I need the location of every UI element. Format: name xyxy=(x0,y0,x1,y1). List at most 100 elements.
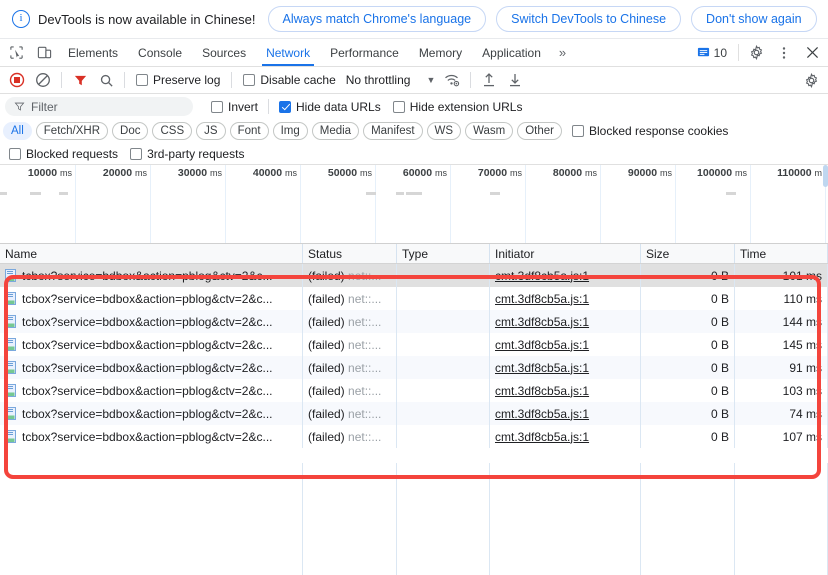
table-row[interactable]: tcbox?service=bdbox&action=pblog&ctv=2&c… xyxy=(0,402,828,425)
tab-performance[interactable]: Performance xyxy=(320,39,409,66)
column-header-name[interactable]: Name xyxy=(0,244,303,263)
table-row[interactable]: tcbox?service=bdbox&action=pblog&ctv=2&c… xyxy=(0,333,828,356)
type-filter-doc[interactable]: Doc xyxy=(112,122,149,140)
tab-console[interactable]: Console xyxy=(128,39,192,66)
import-har-button[interactable] xyxy=(476,68,502,92)
type-filter-img[interactable]: Img xyxy=(272,122,308,140)
tab-elements[interactable]: Elements xyxy=(58,39,128,66)
tab-network[interactable]: Network xyxy=(256,39,320,66)
search-icon xyxy=(100,74,113,87)
overview-tick-label: 90000 ms xyxy=(628,167,672,179)
cell-size: 0 B xyxy=(641,310,735,333)
overview-tick: 90000 ms xyxy=(600,165,676,243)
type-filter-media[interactable]: Media xyxy=(311,122,360,140)
cell-name: tcbox?service=bdbox&action=pblog&ctv=2&c… xyxy=(0,356,303,379)
dont-show-again-button[interactable]: Don't show again xyxy=(691,6,817,32)
gear-icon xyxy=(805,72,817,88)
devtools-settings-button[interactable] xyxy=(742,45,770,60)
tab-sources[interactable]: Sources xyxy=(192,39,256,66)
tab-memory[interactable]: Memory xyxy=(409,39,472,66)
network-settings-button[interactable] xyxy=(798,68,824,92)
table-row[interactable]: tcbox?service=bdbox&action=pblog&ctv=2&c… xyxy=(0,379,828,402)
column-header-type[interactable]: Type xyxy=(397,244,490,263)
type-filter-js[interactable]: JS xyxy=(196,122,226,140)
checkbox-box xyxy=(572,125,584,137)
document-file-icon xyxy=(5,292,16,305)
initiator-link[interactable]: cmt.3df8cb5a.js:1 xyxy=(495,361,589,375)
always-match-chrome-language-button[interactable]: Always match Chrome's language xyxy=(267,6,487,32)
more-tabs-button[interactable]: » xyxy=(551,39,574,66)
export-har-button[interactable] xyxy=(502,68,528,92)
record-network-log-button[interactable] xyxy=(4,68,30,92)
cell-size: 0 B xyxy=(641,379,735,402)
cell-time: 110 ms xyxy=(735,287,828,310)
network-overview-timeline[interactable]: 10000 ms 20000 ms 30000 ms 40000 ms 5000… xyxy=(0,165,828,244)
disable-cache-checkbox[interactable]: Disable cache xyxy=(237,73,341,87)
table-row[interactable]: tcbox?service=bdbox&action=pblog&ctv=2&c… xyxy=(0,287,828,310)
overview-tick: 50000 ms xyxy=(300,165,376,243)
type-filter-font[interactable]: Font xyxy=(229,122,269,140)
tab-application[interactable]: Application xyxy=(472,39,551,66)
initiator-link[interactable]: cmt.3df8cb5a.js:1 xyxy=(495,407,589,421)
preserve-log-checkbox[interactable]: Preserve log xyxy=(130,73,226,87)
checkbox-box xyxy=(130,147,143,160)
blocked-requests-checkbox[interactable]: Blocked requests xyxy=(3,147,124,161)
type-filter-other[interactable]: Other xyxy=(517,122,562,140)
initiator-link[interactable]: cmt.3df8cb5a.js:1 xyxy=(495,269,589,283)
hide-extension-urls-checkbox[interactable]: Hide extension URLs xyxy=(387,100,529,114)
cell-time: 144 ms xyxy=(735,310,828,333)
tick-value: 50000 xyxy=(327,167,358,179)
tab-label: Performance xyxy=(330,45,399,60)
initiator-link[interactable]: cmt.3df8cb5a.js:1 xyxy=(495,430,589,444)
toggle-device-toolbar-button[interactable] xyxy=(30,39,58,66)
tabbar-divider xyxy=(738,44,739,61)
column-header-size[interactable]: Size xyxy=(641,244,735,263)
initiator-link[interactable]: cmt.3df8cb5a.js:1 xyxy=(495,384,589,398)
column-header-time[interactable]: Time xyxy=(735,244,828,263)
inspect-element-button[interactable] xyxy=(2,39,30,66)
cell-type xyxy=(397,333,490,356)
table-row[interactable]: tcbox?service=bdbox&action=pblog&ctv=2&c… xyxy=(0,310,828,333)
type-filter-fetch-xhr[interactable]: Fetch/XHR xyxy=(35,122,109,140)
type-filter-css[interactable]: CSS xyxy=(152,122,193,140)
status-failed-text: (failed) xyxy=(308,383,345,398)
overview-tick: 70000 ms xyxy=(450,165,526,243)
table-body: tcbox?service=bdbox&action=pblog&ctv=2&c… xyxy=(0,264,828,448)
overview-scrollbar[interactable] xyxy=(823,165,828,187)
overview-tick-label: 80000 ms xyxy=(553,167,597,179)
initiator-link[interactable]: cmt.3df8cb5a.js:1 xyxy=(495,338,589,352)
initiator-link[interactable]: cmt.3df8cb5a.js:1 xyxy=(495,292,589,306)
blocked-response-cookies-checkbox[interactable]: Blocked response cookies xyxy=(566,124,734,138)
checkbox-box xyxy=(9,147,21,160)
tick-value: 30000 xyxy=(177,167,208,179)
table-row[interactable]: tcbox?service=bdbox&action=pblog&ctv=2&c… xyxy=(0,425,828,448)
devtools-more-options-button[interactable] xyxy=(770,46,798,60)
clear-network-log-button[interactable] xyxy=(30,68,56,92)
console-message-count-button[interactable]: 10 xyxy=(689,46,735,60)
filter-input[interactable]: Filter xyxy=(5,97,193,116)
type-filter-ws[interactable]: WS xyxy=(426,122,462,140)
column-header-initiator[interactable]: Initiator xyxy=(490,244,641,263)
throttling-dropdown[interactable]: No throttling ▼ xyxy=(342,73,440,87)
column-header-status[interactable]: Status xyxy=(303,244,397,263)
cell-size: 0 B xyxy=(641,264,735,287)
close-devtools-button[interactable] xyxy=(798,46,826,59)
type-filter-manifest[interactable]: Manifest xyxy=(363,122,423,140)
third-party-requests-checkbox[interactable]: 3rd-party requests xyxy=(124,147,250,161)
invert-checkbox[interactable]: Invert xyxy=(205,100,264,114)
type-filter-all[interactable]: All xyxy=(3,122,32,140)
cell-time: 145 ms xyxy=(735,333,828,356)
overview-tick: 80000 ms xyxy=(525,165,601,243)
overview-request-bar xyxy=(490,192,500,195)
table-row[interactable]: tcbox?service=bdbox&action=pblog&ctv=2&c… xyxy=(0,264,828,287)
hide-data-urls-checkbox[interactable]: Hide data URLs xyxy=(273,100,387,114)
table-row[interactable]: tcbox?service=bdbox&action=pblog&ctv=2&c… xyxy=(0,356,828,379)
search-button[interactable] xyxy=(93,68,119,92)
network-conditions-button[interactable] xyxy=(439,68,465,92)
switch-devtools-to-chinese-button[interactable]: Switch DevTools to Chinese xyxy=(496,6,682,32)
type-filter-wasm[interactable]: Wasm xyxy=(465,122,514,140)
cell-time: 74 ms xyxy=(735,402,828,425)
toggle-filter-button[interactable] xyxy=(67,68,93,92)
table-empty-area xyxy=(0,463,828,575)
initiator-link[interactable]: cmt.3df8cb5a.js:1 xyxy=(495,315,589,329)
